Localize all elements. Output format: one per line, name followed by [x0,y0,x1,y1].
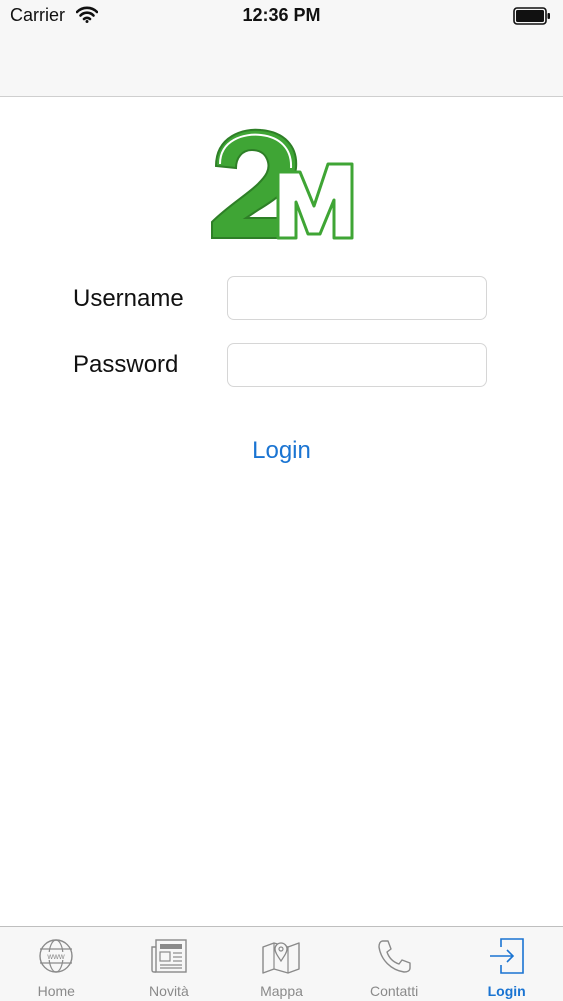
navigation-bar [0,32,563,97]
svg-text:www: www [47,952,66,961]
username-field[interactable] [227,276,487,320]
tab-login[interactable]: Login [450,927,563,1001]
map-icon [261,937,301,975]
password-label: Password [73,351,179,378]
status-time: 12:36 PM [242,5,321,25]
tab-label: Mappa [260,983,303,999]
2m-logo: 2M [206,126,358,244]
status-bar: Carrier 12:36 PM [0,0,563,32]
tab-label: Contatti [369,983,419,999]
globe-icon: www [36,937,76,975]
login-button[interactable]: Login [0,437,563,465]
tab-novita[interactable]: Novità [113,927,226,1001]
tab-label: Novità [149,983,189,999]
tab-bar: www Home Novità Mappa Contatti Login [0,926,563,1001]
tab-label: Login [487,983,526,999]
newspaper-icon [149,937,189,975]
tab-mappa[interactable]: Mappa [225,927,338,1001]
tab-label: Home [37,983,75,999]
tab-contatti[interactable]: Contatti [338,927,451,1001]
battery-icon [513,7,551,30]
login-icon [487,937,527,975]
phone-icon [374,937,414,975]
username-label: Username [73,285,184,312]
tab-home[interactable]: www Home [0,927,113,1001]
password-field[interactable] [227,343,487,387]
